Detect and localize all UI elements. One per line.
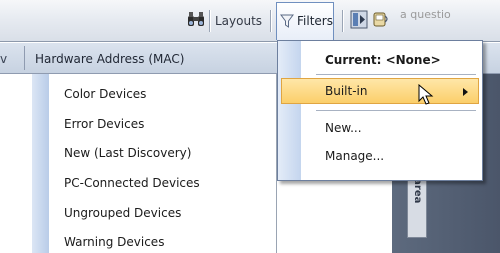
toolbar-separator: [270, 10, 271, 32]
filter-funnel-icon: [280, 14, 294, 28]
submenu-item-color-devices[interactable]: Color Devices: [64, 87, 146, 101]
submenu-arrow-icon: [463, 88, 468, 96]
layout-toggle-icon[interactable]: [350, 10, 368, 29]
chat-device-icon[interactable]: [372, 10, 390, 29]
question-field-text[interactable]: a questio: [400, 8, 451, 21]
menu-item-current: Current: <None>: [325, 53, 441, 67]
toolbar: Layouts Filters a questio: [0, 0, 500, 42]
filters-button[interactable]: Filters: [276, 2, 334, 40]
filters-menu: Current: <None> Built-in New... Manage..…: [277, 40, 483, 181]
menu-item-manage[interactable]: Manage...: [325, 149, 384, 163]
toolbar-separator: [209, 10, 210, 32]
column-divider[interactable]: [24, 46, 25, 70]
menu-item-builtin[interactable]: Built-in: [281, 78, 479, 104]
column-header-mac[interactable]: Hardware Address (MAC): [35, 52, 184, 66]
menu-gutter: [278, 41, 301, 180]
column-header-partial[interactable]: v: [0, 52, 7, 66]
submenu-item-warning-devices[interactable]: Warning Devices: [64, 235, 164, 249]
submenu-item-error-devices[interactable]: Error Devices: [64, 117, 144, 131]
submenu-gutter: [32, 74, 49, 253]
menu-item-new[interactable]: New...: [325, 121, 362, 135]
menu-item-builtin-label: Built-in: [325, 84, 368, 98]
builtin-submenu: Color Devices Error Devices New (Last Di…: [32, 74, 277, 253]
menu-separator: [316, 74, 476, 75]
binoculars-icon[interactable]: [186, 10, 206, 28]
filters-label: Filters: [297, 14, 333, 28]
submenu-item-new-last-discovery[interactable]: New (Last Discovery): [64, 146, 191, 160]
toolbar-separator: [342, 10, 343, 32]
mouse-pointer-icon: [418, 83, 434, 106]
submenu-item-pc-connected[interactable]: PC-Connected Devices: [64, 176, 200, 190]
menu-separator: [316, 110, 476, 111]
layouts-button[interactable]: Layouts: [215, 14, 262, 28]
submenu-item-ungrouped[interactable]: Ungrouped Devices: [64, 206, 181, 220]
